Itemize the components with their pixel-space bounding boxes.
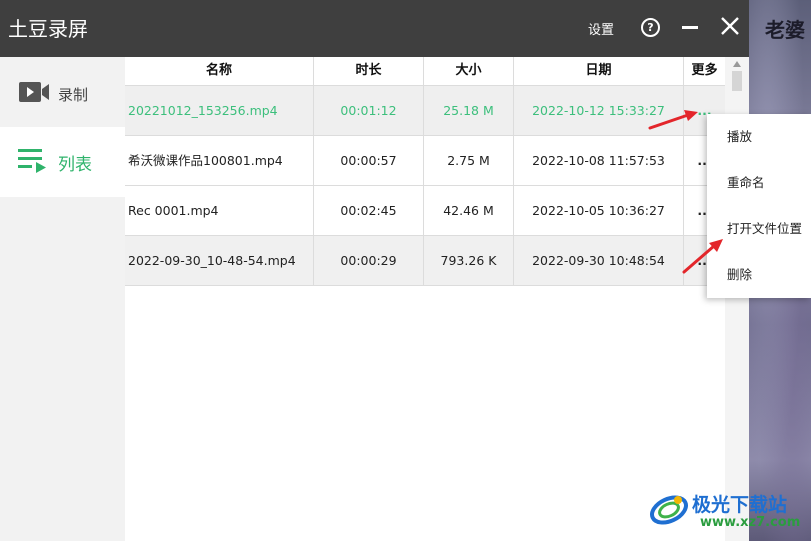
app-title: 土豆录屏 bbox=[8, 17, 88, 41]
file-duration: 00:02:45 bbox=[314, 186, 424, 235]
table-header: 名称 时长 大小 日期 更多 bbox=[125, 57, 725, 86]
file-name: 希沃微课作品100801.mp4 bbox=[125, 136, 314, 185]
table-row[interactable]: 20221012_153256.mp4 00:01:12 25.18 M 202… bbox=[125, 86, 725, 136]
file-duration: 00:00:29 bbox=[314, 236, 424, 285]
file-duration: 00:01:12 bbox=[314, 86, 424, 135]
column-header-name[interactable]: 名称 bbox=[125, 57, 314, 85]
video-camera-icon bbox=[19, 82, 49, 102]
red-arrow-icon bbox=[682, 239, 723, 274]
scroll-up-icon[interactable] bbox=[733, 61, 741, 67]
file-size: 2.75 M bbox=[424, 136, 514, 185]
file-size: 42.46 M bbox=[424, 186, 514, 235]
scroll-thumb[interactable] bbox=[732, 71, 742, 91]
table-row[interactable]: 希沃微课作品100801.mp4 00:00:57 2.75 M 2022-10… bbox=[125, 136, 725, 186]
sidebar-item-label: 列表 bbox=[58, 155, 92, 175]
minimize-icon[interactable] bbox=[682, 26, 698, 29]
table-row[interactable]: Rec 0001.mp4 00:02:45 42.46 M 2022-10-05… bbox=[125, 186, 725, 236]
column-header-date[interactable]: 日期 bbox=[514, 57, 684, 85]
sidebar-item-label: 录制 bbox=[58, 86, 89, 104]
column-header-more: 更多 bbox=[691, 63, 718, 78]
file-size: 25.18 M bbox=[424, 86, 514, 135]
watermark: 极光下载站 www.xz7.com bbox=[648, 484, 808, 536]
file-date: 2022-10-08 11:57:53 bbox=[514, 136, 684, 185]
sidebar: 录制 列表 bbox=[0, 57, 125, 541]
file-date: 2022-10-05 10:36:27 bbox=[514, 186, 684, 235]
settings-button[interactable]: 设置 bbox=[588, 19, 614, 38]
sidebar-item-record[interactable]: 录制 bbox=[0, 57, 125, 127]
red-arrow-icon bbox=[648, 110, 698, 130]
watermark-logo-icon bbox=[650, 495, 688, 525]
title-bar: 土豆录屏 设置 ? bbox=[0, 0, 749, 57]
menu-item-play[interactable]: 播放 bbox=[707, 114, 811, 160]
file-date: 2022-09-30 10:48:54 bbox=[514, 236, 684, 285]
file-name: 2022-09-30_10-48-54.mp4 bbox=[125, 236, 314, 285]
watermark-title: 极光下载站 bbox=[692, 494, 788, 516]
file-duration: 00:00:57 bbox=[314, 136, 424, 185]
sidebar-item-list[interactable]: 列表 bbox=[0, 127, 125, 197]
file-name: Rec 0001.mp4 bbox=[125, 186, 314, 235]
watermark-url: www.xz7.com bbox=[700, 515, 801, 530]
menu-item-rename[interactable]: 重命名 bbox=[707, 160, 811, 206]
file-size: 793.26 K bbox=[424, 236, 514, 285]
close-icon[interactable] bbox=[719, 15, 741, 37]
app-window: 土豆录屏 设置 ? 录制 列表 名称 时长 大小 日期 更多 20221012_… bbox=[0, 0, 749, 541]
help-icon[interactable]: ? bbox=[641, 18, 660, 37]
playlist-icon bbox=[18, 149, 46, 173]
column-header-duration[interactable]: 时长 bbox=[314, 57, 424, 85]
table-row[interactable]: 2022-09-30_10-48-54.mp4 00:00:29 793.26 … bbox=[125, 236, 725, 286]
file-name: 20221012_153256.mp4 bbox=[125, 86, 314, 135]
column-header-size[interactable]: 大小 bbox=[424, 57, 514, 85]
background-text: 老婆 bbox=[765, 18, 805, 42]
screen: 老婆 土豆录屏 设置 ? 录制 列表 名称 时长 大小 日期 更多 202210… bbox=[0, 0, 811, 541]
